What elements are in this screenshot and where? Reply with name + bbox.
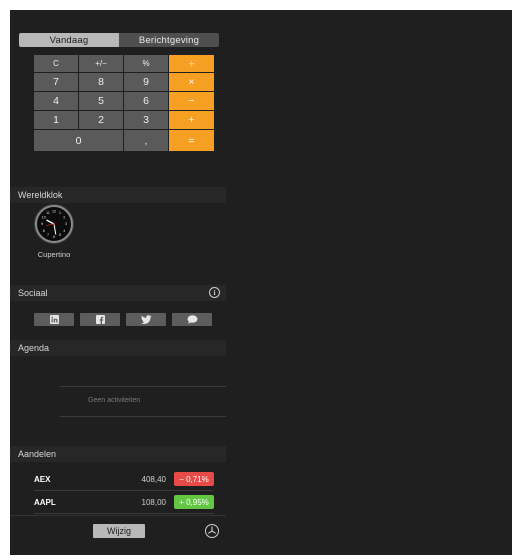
calc-key-3[interactable]: 3 — [124, 111, 168, 129]
calc-key-0[interactable]: 0 — [34, 130, 123, 151]
linkedin-icon — [49, 315, 59, 324]
svg-text:12: 12 — [52, 210, 56, 214]
info-icon[interactable]: i — [209, 287, 220, 298]
notification-center-panel: Vandaag Berichtgeving C +/− % ÷ 7 8 9 × … — [10, 10, 512, 555]
stock-change-badge[interactable]: − 0,71% — [174, 472, 214, 486]
svg-text:1: 1 — [59, 211, 61, 215]
world-clock-title: Wereldklok — [18, 190, 63, 200]
calc-key-2[interactable]: 2 — [79, 111, 123, 129]
tab-notifications[interactable]: Berichtgeving — [119, 33, 219, 47]
calc-key-multiply[interactable]: × — [169, 73, 214, 91]
world-clock-header: Wereldklok — [10, 187, 226, 203]
tab-today[interactable]: Vandaag — [19, 33, 119, 47]
messages-button[interactable] — [172, 313, 212, 326]
stocks-header: Aandelen — [10, 446, 226, 462]
analog-clock: 12 1 2 345 678 9 10 11 — [35, 205, 73, 243]
svg-text:11: 11 — [46, 211, 50, 215]
view-segmented-control: Vandaag Berichtgeving — [19, 33, 219, 47]
stock-symbol: AEX — [34, 475, 51, 484]
calc-key-minus[interactable]: − — [169, 92, 214, 110]
svg-text:8: 8 — [43, 229, 45, 233]
bottom-bar: Wijzig — [10, 515, 226, 555]
calc-key-comma[interactable]: , — [124, 130, 168, 151]
calc-key-sign[interactable]: +/− — [79, 55, 123, 72]
calc-key-9[interactable]: 9 — [124, 73, 168, 91]
clock-city-label: Cupertino — [37, 250, 71, 259]
calc-key-8[interactable]: 8 — [79, 73, 123, 91]
social-header: Sociaal i — [10, 285, 226, 301]
share-icon[interactable] — [205, 524, 219, 538]
calculator-widget: C +/− % ÷ 7 8 9 × 4 5 6 − 1 2 3 + 0 , = — [34, 55, 214, 165]
svg-text:2: 2 — [63, 216, 65, 220]
svg-text:3: 3 — [65, 222, 67, 226]
svg-text:10: 10 — [42, 216, 46, 220]
today-widgets: C +/− % ÷ 7 8 9 × 4 5 6 − 1 2 3 + 0 , = … — [10, 55, 226, 515]
stocks-title: Aandelen — [18, 449, 57, 459]
calc-key-4[interactable]: 4 — [34, 92, 78, 110]
twitter-icon — [140, 315, 151, 324]
calc-key-clear[interactable]: C — [34, 55, 78, 72]
twitter-button[interactable] — [126, 313, 166, 326]
linkedin-button[interactable] — [34, 313, 74, 326]
share-glyph — [207, 526, 216, 534]
edit-button[interactable]: Wijzig — [93, 524, 145, 538]
social-title: Sociaal — [18, 288, 48, 298]
calc-key-1[interactable]: 1 — [34, 111, 78, 129]
calc-key-equals[interactable]: = — [169, 130, 214, 151]
stock-symbol: AAPL — [34, 498, 56, 507]
clock-hands-icon: 12 12 345 678 91011 — [41, 210, 67, 240]
stock-row[interactable]: AEX 408,40 − 0,71% — [34, 469, 214, 491]
svg-text:5: 5 — [59, 233, 61, 237]
stock-price: 408,40 — [141, 475, 166, 484]
stock-change-badge[interactable]: + 0,95% — [174, 495, 214, 509]
agenda-divider-top — [60, 386, 226, 387]
agenda-header: Agenda — [10, 340, 226, 356]
facebook-icon — [95, 315, 105, 324]
agenda-empty-text: Geen activiteiten — [88, 397, 141, 404]
calc-key-percent[interactable]: % — [124, 55, 168, 72]
calc-key-6[interactable]: 6 — [124, 92, 168, 110]
calc-key-divide[interactable]: ÷ — [169, 55, 214, 72]
stock-price: 108,00 — [141, 498, 166, 507]
svg-text:7: 7 — [47, 233, 49, 237]
svg-text:6: 6 — [53, 235, 55, 239]
agenda-title: Agenda — [18, 343, 50, 353]
calc-key-5[interactable]: 5 — [79, 92, 123, 110]
stock-row[interactable]: AAPL 108,00 + 0,95% — [34, 492, 214, 514]
svg-text:9: 9 — [41, 222, 43, 226]
calc-key-7[interactable]: 7 — [34, 73, 78, 91]
svg-text:4: 4 — [63, 229, 65, 233]
agenda-divider-bottom — [60, 416, 226, 417]
facebook-button[interactable] — [80, 313, 120, 326]
calc-key-plus[interactable]: + — [169, 111, 214, 129]
messages-icon — [187, 315, 197, 324]
